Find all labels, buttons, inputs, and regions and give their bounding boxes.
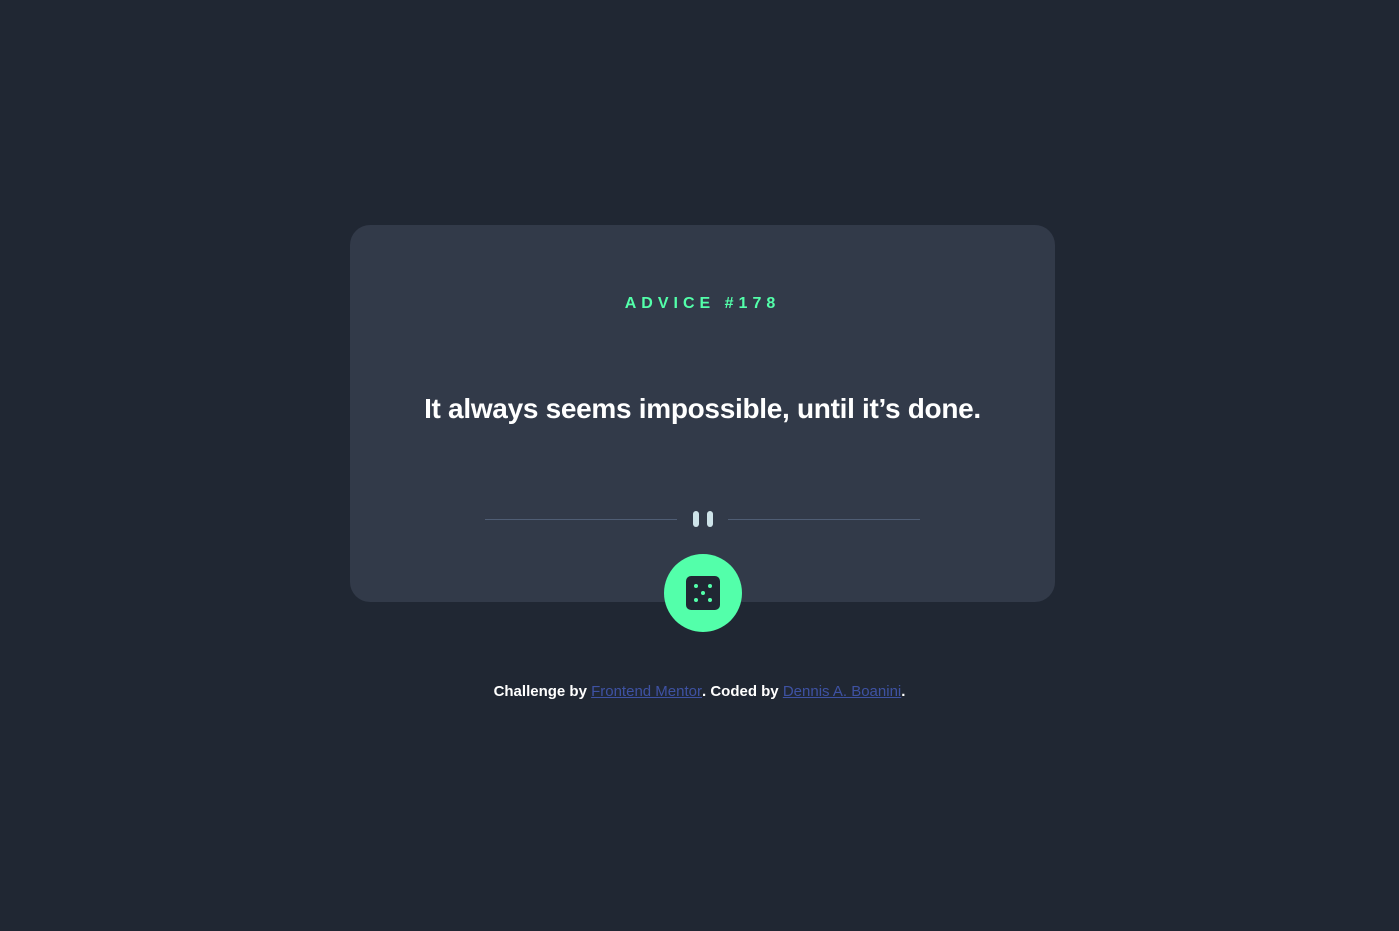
- frontend-mentor-link[interactable]: Frontend Mentor: [591, 683, 702, 700]
- pattern-divider: [485, 510, 920, 528]
- footer-suffix: .: [901, 683, 906, 700]
- footer-prefix: Challenge by: [493, 683, 592, 700]
- page: ADVICE #178 It always seems impossible, …: [0, 0, 1399, 931]
- divider-line-right: [728, 519, 920, 520]
- generate-advice-button[interactable]: [664, 554, 742, 632]
- advice-id: ADVICE #178: [624, 295, 781, 312]
- attribution-footer: Challenge by Frontend Mentor. Coded by D…: [0, 682, 1399, 702]
- dice-icon: [686, 576, 720, 610]
- advice-card: ADVICE #178 It always seems impossible, …: [350, 225, 1055, 602]
- footer-middle: . Coded by: [701, 683, 783, 700]
- divider-line-left: [485, 519, 677, 520]
- author-link[interactable]: Dennis A. Boanini: [783, 683, 901, 700]
- pause-icon: [693, 511, 713, 527]
- advice-quote: It always seems impossible, until it’s d…: [424, 393, 981, 424]
